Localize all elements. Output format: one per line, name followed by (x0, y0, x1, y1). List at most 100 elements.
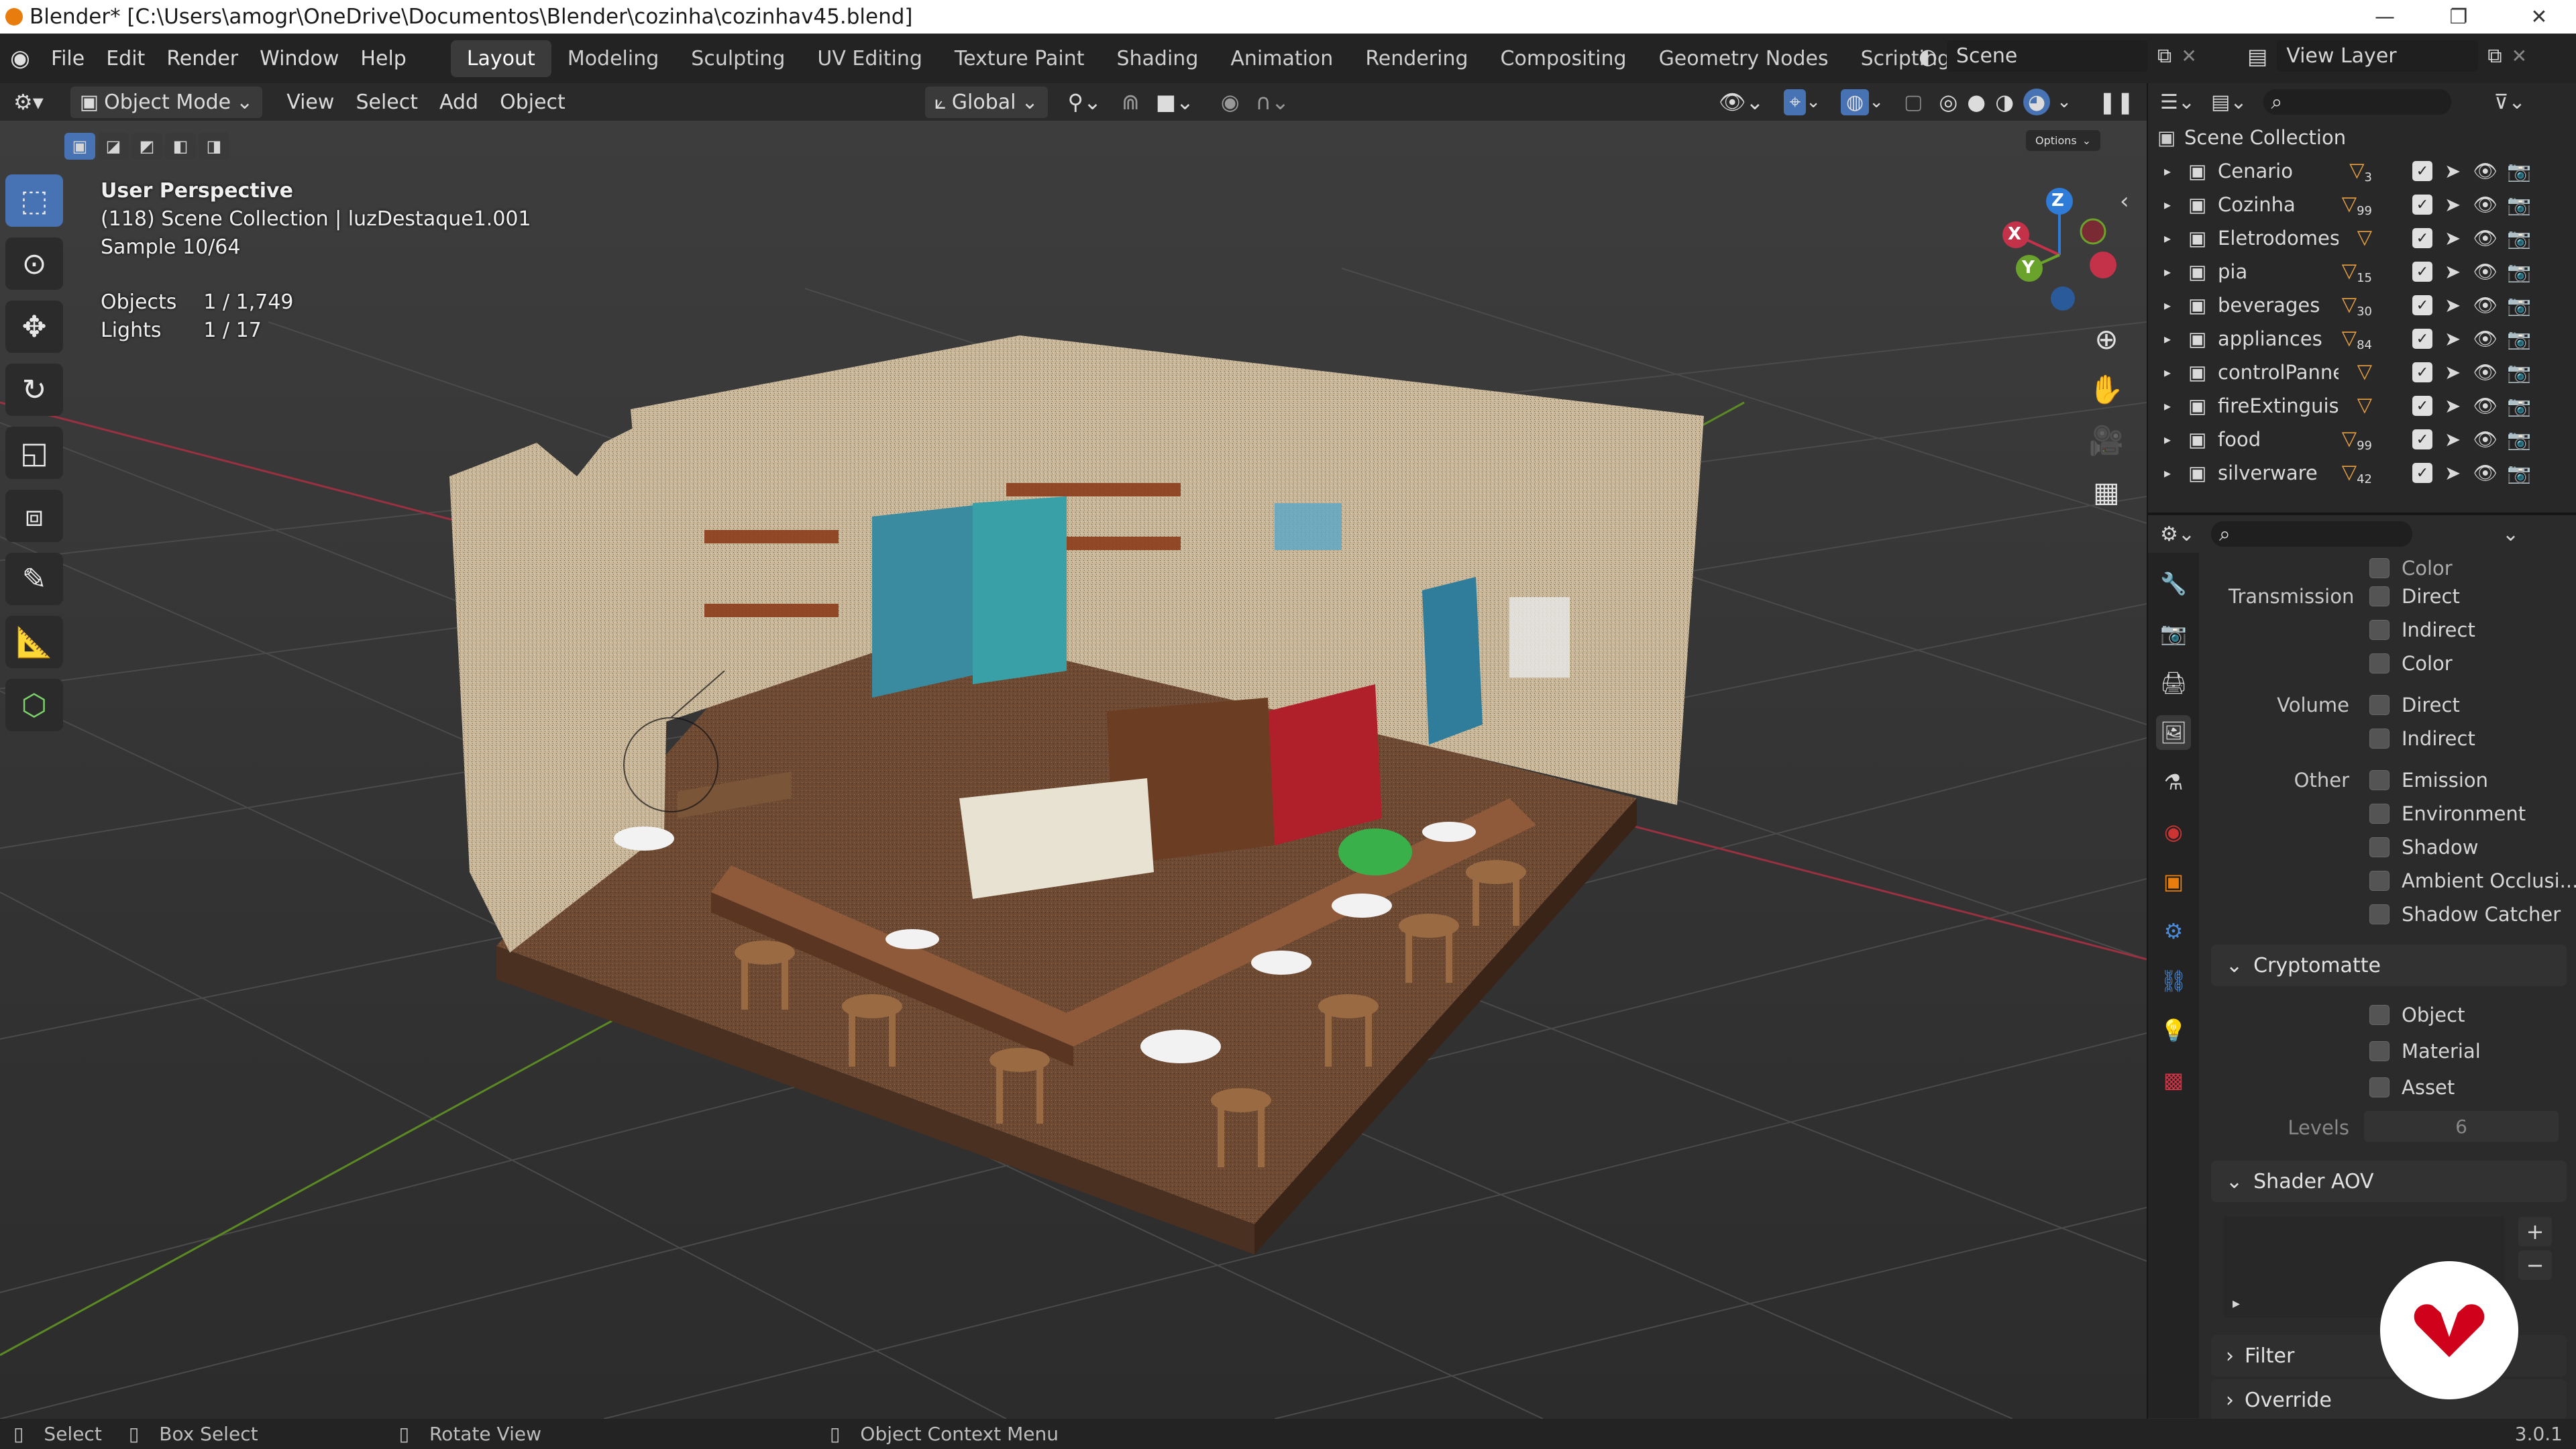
shadow-row[interactable]: Shadow (2369, 836, 2478, 859)
outliner-editor-icon[interactable]: ☰⌄ (2160, 91, 2195, 114)
ambient-occlusion-row[interactable]: Ambient Occlusi... (2369, 869, 2576, 892)
selectable-pointer-icon[interactable]: ➤ (2445, 260, 2461, 283)
exclude-checkbox[interactable]: ✓ (2412, 362, 2432, 382)
render-camera-icon[interactable]: 📷 (2507, 294, 2531, 317)
outliner-row-fireextinguisher[interactable]: ▸▣ fireExtinguisher ▽ ✓ ➤ 👁 📷 (2157, 389, 2576, 423)
falloff-icon[interactable]: ∩⌄ (1256, 89, 1289, 115)
eye-icon[interactable]: 👁 (2473, 462, 2498, 485)
constraint-tab-icon[interactable]: ⛓ (2156, 963, 2191, 998)
proportional-edit-icon[interactable]: ◉ (1221, 89, 1240, 115)
render-camera-icon[interactable]: 📷 (2507, 227, 2531, 250)
tab-uv-editing[interactable]: UV Editing (801, 40, 938, 77)
shadow-catcher-row[interactable]: Shadow Catcher (2369, 903, 2561, 926)
select-invert-icon[interactable]: ◧ (165, 133, 196, 160)
tab-sculpting[interactable]: Sculpting (675, 40, 801, 77)
transmission-color-row[interactable]: Color (2369, 652, 2453, 675)
tab-rendering[interactable]: Rendering (1349, 40, 1484, 77)
orientation-selector[interactable]: ⟀ Global ⌄ (924, 86, 1048, 118)
exclude-checkbox[interactable]: ✓ (2412, 228, 2432, 248)
menu-window[interactable]: Window (249, 47, 350, 70)
render-camera-icon[interactable]: 📷 (2507, 361, 2531, 384)
3d-viewport[interactable]: Z X Y ▣ ◪ ◩ ◧ ◨ Options ⌄ User Perspecti… (0, 121, 2147, 1419)
aov-list-expand-icon[interactable]: ▸ (2233, 1295, 2240, 1312)
exclude-checkbox[interactable]: ✓ (2412, 262, 2432, 282)
scale-tool-icon[interactable]: ◱ (5, 427, 63, 479)
expand-arrow-icon[interactable]: ▸ (2164, 297, 2188, 313)
solid-shading-icon[interactable]: ● (1967, 89, 1986, 115)
expand-arrow-icon[interactable]: ▸ (2164, 264, 2188, 280)
emission-row[interactable]: Emission (2369, 769, 2488, 792)
properties-search-field[interactable]: ⌕ (2211, 521, 2413, 547)
pause-render-icon[interactable]: ❚❚ (2098, 89, 2135, 115)
selectable-pointer-icon[interactable]: ➤ (2445, 160, 2461, 182)
data-tab-icon[interactable]: 💡 (2156, 1013, 2191, 1048)
expand-arrow-icon[interactable]: ▸ (2164, 197, 2188, 213)
exclude-checkbox[interactable]: ✓ (2412, 329, 2432, 349)
crypto-asset-checkbox[interactable] (2369, 1077, 2390, 1097)
overlays-menu-icon[interactable]: ⌄ (1869, 92, 1884, 112)
scene-icon[interactable]: ◐ (1919, 44, 1937, 69)
outliner-row-beverages[interactable]: ▸ ▣ beverages ▽30 ✓ ➤ 👁 📷 (2157, 288, 2576, 322)
transform-tool-icon[interactable]: ⧈ (5, 490, 63, 542)
shader-aov-panel-header[interactable]: ⌄ Shader AOV (2211, 1161, 2567, 1202)
eye-icon[interactable]: 👁 (2473, 227, 2498, 250)
cursor-tool-icon[interactable]: ⊙ (5, 237, 63, 290)
render-camera-icon[interactable]: 📷 (2507, 428, 2531, 451)
render-camera-icon[interactable]: 📷 (2507, 394, 2531, 418)
crypto-material-row[interactable]: Material (2369, 1040, 2481, 1063)
tab-shading[interactable]: Shading (1100, 40, 1214, 77)
ambient-occlusion-checkbox[interactable] (2369, 871, 2390, 891)
cryptomatte-panel-header[interactable]: ⌄ Cryptomatte (2211, 945, 2567, 986)
menu-edit[interactable]: Edit (95, 47, 156, 70)
outliner-row-silverware[interactable]: ▸ ▣ silverware ▽42 ✓ ➤ 👁 📷 (2157, 456, 2576, 490)
snap-icon[interactable]: ⋒ (1122, 89, 1140, 115)
eye-icon[interactable]: 👁 (2473, 327, 2498, 351)
environment-row[interactable]: Environment (2369, 802, 2526, 825)
view-layer-tab-icon[interactable]: 🖼 (2156, 715, 2191, 750)
volume-indirect-row[interactable]: Indirect (2369, 727, 2475, 750)
options-dropdown[interactable]: Options ⌄ (2026, 130, 2101, 151)
close-button[interactable]: ✕ (2502, 0, 2576, 34)
color-checkbox-top[interactable] (2369, 558, 2390, 578)
pivot-icon[interactable]: ⚲⌄ (1068, 89, 1102, 115)
transmission-indirect-row[interactable]: Indirect (2369, 619, 2475, 641)
gizmo-toggle-icon[interactable]: ⌖ (1784, 89, 1807, 115)
ortho-grid-icon[interactable]: ▦ (2083, 468, 2130, 515)
expand-arrow-icon[interactable]: ▸ (2164, 230, 2188, 246)
tab-animation[interactable]: Animation (1214, 40, 1349, 77)
view-layer-selector[interactable]: View Layer (2277, 40, 2479, 72)
pan-hand-icon[interactable]: ✋ (2083, 366, 2130, 413)
minimize-button[interactable]: — (2348, 0, 2422, 34)
outliner-search-field[interactable]: ⌕ (2263, 89, 2451, 115)
selectable-pointer-icon[interactable]: ➤ (2445, 428, 2461, 451)
crypto-object-checkbox[interactable] (2369, 1005, 2390, 1025)
eye-icon[interactable]: 👁 (2473, 361, 2498, 384)
selectable-pointer-icon[interactable]: ➤ (2445, 361, 2461, 384)
select-extend-icon[interactable]: ◪ (98, 133, 129, 160)
exclude-checkbox[interactable]: ✓ (2412, 195, 2432, 215)
material-shading-icon[interactable]: ◑ (1995, 89, 2014, 115)
tab-compositing[interactable]: Compositing (1485, 40, 1643, 77)
scene-selector[interactable]: Scene (1946, 40, 2148, 72)
camera-icon[interactable]: 🎥 (2083, 417, 2130, 464)
filter-icon[interactable]: ⊽⌄ (2494, 91, 2526, 114)
exclude-checkbox[interactable]: ✓ (2412, 396, 2432, 416)
selectable-pointer-icon[interactable]: ➤ (2445, 294, 2461, 317)
render-camera-icon[interactable]: 📷 (2507, 160, 2531, 183)
xray-icon[interactable]: ▢ (1904, 91, 1923, 114)
transmission-indirect-checkbox[interactable] (2369, 620, 2390, 640)
maximize-button[interactable]: ❐ (2422, 0, 2496, 34)
eye-icon[interactable]: 👁 (2473, 394, 2498, 418)
expand-arrow-icon[interactable]: ▸ (2164, 163, 2188, 179)
volume-direct-checkbox[interactable] (2369, 695, 2390, 715)
tab-texture-paint[interactable]: Texture Paint (938, 40, 1101, 77)
render-camera-icon[interactable]: 📷 (2507, 260, 2531, 284)
modifier-tab-icon[interactable]: ⚙ (2156, 914, 2191, 949)
expand-arrow-icon[interactable]: ▸ (2164, 465, 2188, 481)
mode-selector[interactable]: ▣ Object Mode ⌄ (70, 86, 263, 118)
rotate-tool-icon[interactable]: ↻ (5, 364, 63, 416)
display-mode-icon[interactable]: ▤⌄ (2211, 91, 2247, 114)
render-tab-icon[interactable]: 📷 (2156, 616, 2191, 651)
selectable-pointer-icon[interactable]: ➤ (2445, 394, 2461, 417)
exclude-checkbox[interactable]: ✓ (2412, 161, 2432, 181)
